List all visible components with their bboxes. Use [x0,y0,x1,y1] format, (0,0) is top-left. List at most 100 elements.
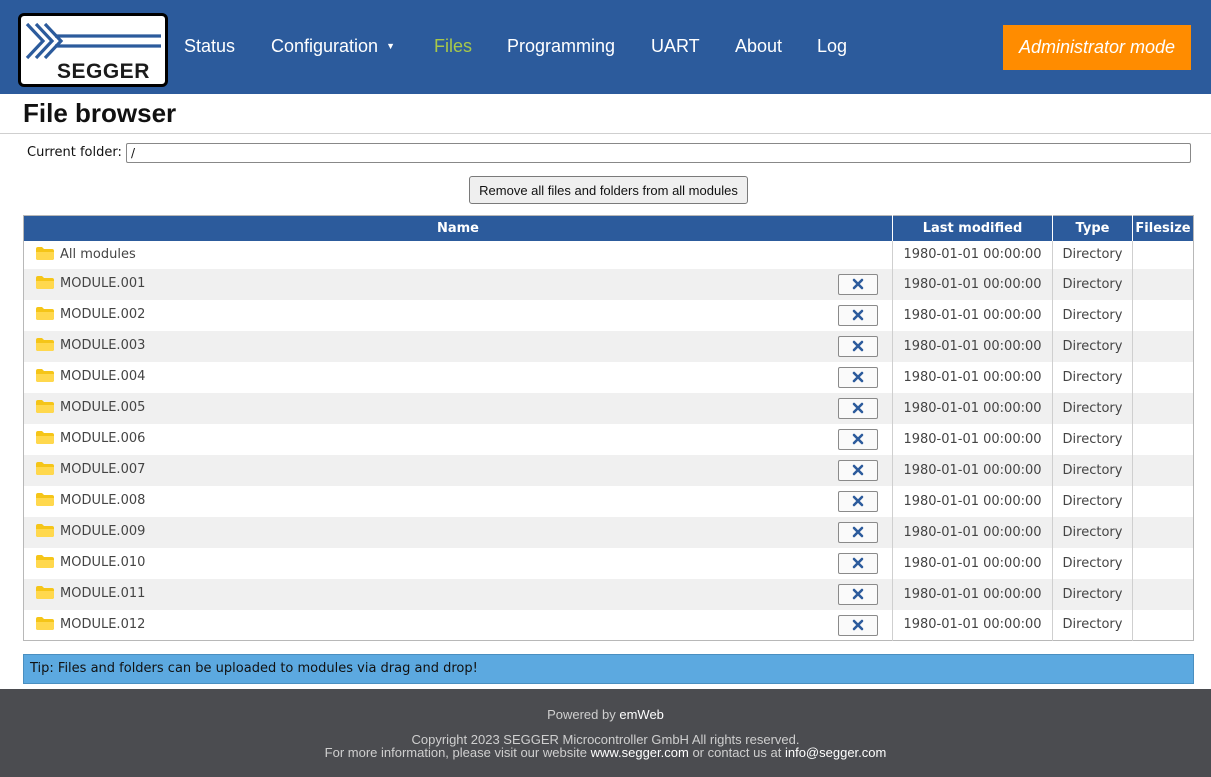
file-name[interactable]: All modules [60,247,136,262]
file-name[interactable]: MODULE.006 [60,431,145,446]
nav-about[interactable]: About [735,36,782,57]
copyright-block: Copyright 2023 SEGGER Microcontroller Gm… [0,733,1211,759]
delete-button[interactable] [838,335,878,357]
close-icon [852,433,864,445]
name-cell[interactable]: MODULE.009 [23,516,893,548]
title-bar: File browser [0,94,1211,134]
table-row[interactable]: MODULE.007 1980-01-01 00:00:00 Directory [23,454,1194,486]
delete-button[interactable] [838,552,878,574]
type-cell: Directory [1052,485,1133,517]
close-icon [852,495,864,507]
type-cell: Directory [1052,423,1133,455]
top-navigation-bar: SEGGER Status Configuration ▼ Files Progr… [0,0,1211,94]
filesize-cell [1132,485,1194,517]
filesize-cell [1132,454,1194,486]
file-name[interactable]: MODULE.007 [60,462,145,477]
folder-icon [36,555,54,568]
file-name[interactable]: MODULE.012 [60,617,145,632]
remove-all-button[interactable]: Remove all files and folders from all mo… [469,176,748,204]
table-row[interactable]: MODULE.006 1980-01-01 00:00:00 Directory [24,423,1194,455]
last-modified-cell: 1980-01-01 00:00:00 [892,609,1053,641]
page-title: File browser [23,98,177,128]
nav-status[interactable]: Status [184,36,235,57]
name-cell[interactable]: MODULE.007 [23,454,893,486]
powered-by-prefix: Powered by [547,707,616,722]
caret-down-icon: ▼ [386,41,395,51]
delete-button[interactable] [838,459,878,481]
close-icon [852,371,864,383]
close-icon [852,278,864,290]
nav-log[interactable]: Log [817,36,847,57]
file-table-body: All modules 1980-01-01 00:00:00 Directory M… [23,240,1194,641]
name-cell[interactable]: All modules [24,241,893,269]
delete-button[interactable] [838,521,878,543]
column-header-name[interactable]: Name [23,215,893,241]
file-name[interactable]: MODULE.005 [60,400,145,415]
type-cell: Directory [1052,361,1133,393]
column-header-type[interactable]: Type [1052,215,1133,241]
table-row[interactable]: MODULE.001 1980-01-01 00:00:00 Directory [23,268,1194,300]
table-row[interactable]: All modules 1980-01-01 00:00:00 Directory [24,240,1194,269]
table-row[interactable]: MODULE.003 1980-01-01 00:00:00 Directory [23,330,1194,362]
table-row[interactable]: MODULE.008 1980-01-01 00:00:00 Directory [24,485,1194,517]
last-modified-cell: 1980-01-01 00:00:00 [892,485,1053,517]
table-row[interactable]: MODULE.011 1980-01-01 00:00:00 Directory [23,578,1194,610]
folder-icon [36,493,54,506]
administrator-mode-button[interactable]: Administrator mode [1003,25,1191,70]
delete-button[interactable] [838,614,878,636]
file-name[interactable]: MODULE.004 [60,369,145,384]
name-cell[interactable]: MODULE.004 [24,362,893,393]
file-name[interactable]: MODULE.010 [60,555,145,570]
table-row[interactable]: MODULE.004 1980-01-01 00:00:00 Directory [24,361,1194,393]
close-icon [852,619,864,631]
name-cell[interactable]: MODULE.012 [24,610,893,641]
delete-button[interactable] [838,583,878,605]
file-name[interactable]: MODULE.009 [60,524,145,539]
table-row[interactable]: MODULE.010 1980-01-01 00:00:00 Directory [24,547,1194,579]
delete-button[interactable] [838,428,878,450]
segger-logo[interactable]: SEGGER [18,13,168,87]
nav-programming[interactable]: Programming [507,36,615,57]
column-header-filesize[interactable]: Filesize [1132,215,1194,241]
last-modified-cell: 1980-01-01 00:00:00 [892,299,1053,331]
name-cell[interactable]: MODULE.003 [23,330,893,362]
website-link[interactable]: www.segger.com [591,745,689,760]
table-row[interactable]: MODULE.002 1980-01-01 00:00:00 Directory [24,299,1194,331]
type-cell: Directory [1052,392,1133,424]
close-icon [852,464,864,476]
folder-icon [36,524,54,537]
column-header-last-modified[interactable]: Last modified [892,215,1053,241]
folder-icon [36,246,54,260]
email-link[interactable]: info@segger.com [785,745,886,760]
table-row[interactable]: MODULE.005 1980-01-01 00:00:00 Directory [23,392,1194,424]
file-name[interactable]: MODULE.008 [60,493,145,508]
name-cell[interactable]: MODULE.011 [23,578,893,610]
table-row[interactable]: MODULE.012 1980-01-01 00:00:00 Directory [24,609,1194,641]
current-folder-input[interactable] [126,143,1191,163]
delete-button[interactable] [838,397,878,419]
name-cell[interactable]: MODULE.006 [24,424,893,455]
last-modified-cell: 1980-01-01 00:00:00 [892,578,1053,610]
delete-button[interactable] [838,273,878,295]
delete-button[interactable] [838,490,878,512]
nav-files[interactable]: Files [434,36,472,57]
file-name[interactable]: MODULE.011 [60,586,145,601]
name-cell[interactable]: MODULE.002 [24,300,893,331]
delete-button[interactable] [838,366,878,388]
delete-button[interactable] [838,304,878,326]
nav-configuration[interactable]: Configuration ▼ [271,36,395,57]
name-cell[interactable]: MODULE.005 [23,392,893,424]
table-row[interactable]: MODULE.009 1980-01-01 00:00:00 Directory [23,516,1194,548]
file-name[interactable]: MODULE.002 [60,307,145,322]
current-folder-label: Current folder: [27,145,122,160]
file-name[interactable]: MODULE.003 [60,338,145,353]
emweb-link[interactable]: emWeb [619,707,664,722]
name-cell[interactable]: MODULE.001 [23,268,893,300]
file-name[interactable]: MODULE.001 [60,276,145,291]
nav-uart[interactable]: UART [651,36,700,57]
type-cell: Directory [1052,547,1133,579]
name-cell[interactable]: MODULE.010 [24,548,893,579]
filesize-cell [1132,299,1194,331]
name-cell[interactable]: MODULE.008 [24,486,893,517]
filesize-cell [1132,392,1194,424]
